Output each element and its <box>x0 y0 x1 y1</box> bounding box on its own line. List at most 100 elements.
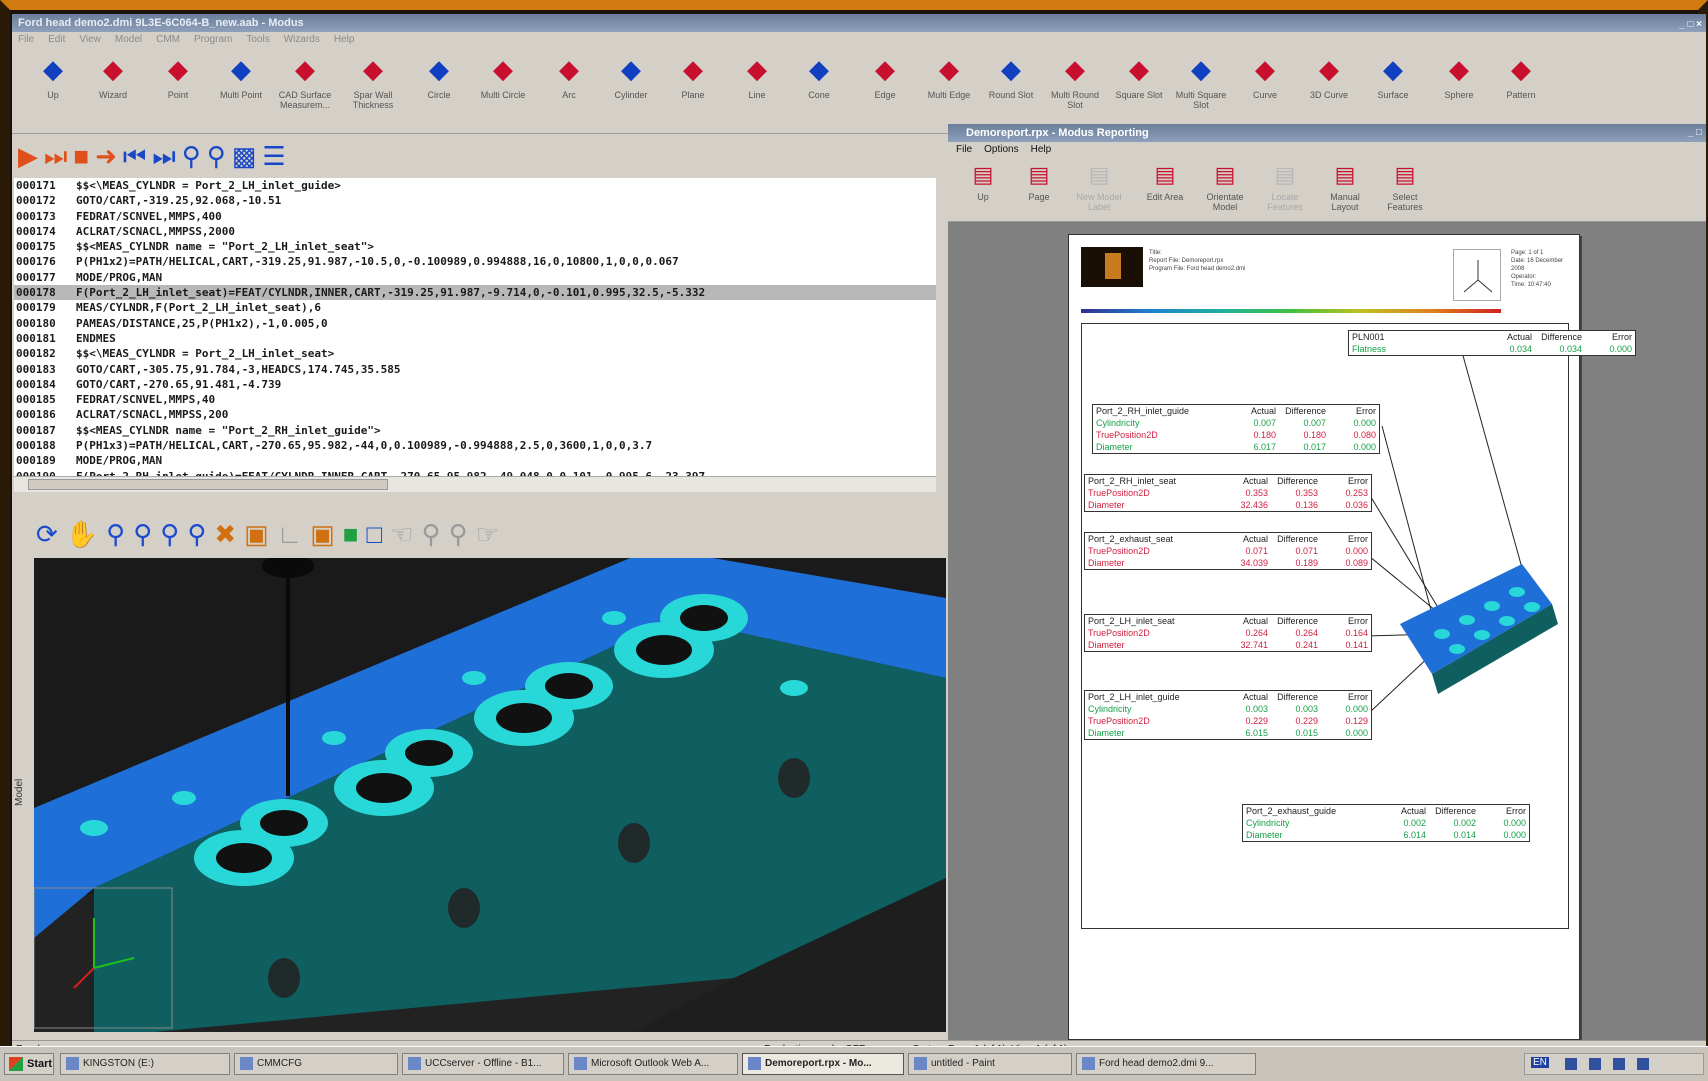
toolbar-sphere-button[interactable]: ◆ Sphere <box>1428 54 1490 100</box>
wireframe-icon[interactable]: □ <box>367 519 383 549</box>
view-orient-icon[interactable]: ▣ <box>244 519 269 549</box>
toolbar-multi-square-slot-button[interactable]: ◆ Multi Square Slot <box>1170 54 1232 110</box>
zoom-in-icon[interactable]: ⚲ <box>160 519 179 549</box>
toolbar-edge-button[interactable]: ◆ Edge <box>854 54 916 100</box>
toolbar-multi-edge-button[interactable]: ◆ Multi Edge <box>918 54 980 100</box>
program-line[interactable]: 000174 ACLRAT/SCNACL,MMPSS,2000 <box>14 224 936 239</box>
menu-item-edit[interactable]: Edit <box>48 34 65 45</box>
toolbar-3d-curve-button[interactable]: ◆ 3D Curve <box>1298 54 1360 100</box>
report-feature-table[interactable]: Port_2_exhaust_guide Actual Difference Erro… <box>1242 804 1530 842</box>
scrollbar-thumb[interactable] <box>28 479 388 490</box>
toolbar-circle-button[interactable]: ◆ Circle <box>408 54 470 100</box>
taskbar-item[interactable]: untitled - Paint <box>908 1053 1072 1075</box>
toolbar-multi-point-button[interactable]: ◆ Multi Point <box>210 54 272 100</box>
report-up-arrow-button[interactable]: ▤ Up <box>954 162 1012 202</box>
menu-item-view[interactable]: View <box>79 34 101 45</box>
program-editor[interactable]: 000171 $$<\MEAS_CYLNDR = Port_2_LH_inlet_… <box>14 178 936 476</box>
menu-item-help[interactable]: Help <box>334 34 355 45</box>
program-line[interactable]: 000187 $$<MEAS_CYLNDR name = "Port_2_RH_i… <box>14 423 936 438</box>
menu-item-cmm[interactable]: CMM <box>156 34 180 45</box>
report-manual-layout-button[interactable]: ▤ Manual Layout <box>1316 162 1374 212</box>
toolbar-plane-button[interactable]: ◆ Plane <box>662 54 724 100</box>
program-line[interactable]: 000176 P(PH1x2)=PATH/HELICAL,CART,-319.25… <box>14 254 936 269</box>
toolbar-curve-button[interactable]: ◆ Curve <box>1234 54 1296 100</box>
program-line[interactable]: 000175 $$<MEAS_CYLNDR name = "Port_2_LH_i… <box>14 239 936 254</box>
taskbar-item[interactable]: UCCserver - Offline - B1... <box>402 1053 564 1075</box>
report-feature-table[interactable]: Port_2_RH_inlet_guide Actual Difference Err… <box>1092 404 1380 454</box>
menu-item-wizards[interactable]: Wizards <box>284 34 320 45</box>
program-line[interactable]: 000172 GOTO/CART,-319.25,92.068,-10.51 <box>14 193 936 208</box>
report-edit-area-button[interactable]: ▤ Edit Area <box>1136 162 1194 202</box>
program-line[interactable]: 000179 MEAS/CYLNDR,F(Port_2_LH_inlet_seat… <box>14 300 936 315</box>
zoom-icon[interactable]: ⚲ <box>106 519 125 549</box>
probe-icon[interactable]: ☜ <box>390 519 413 549</box>
find-icon[interactable]: ⚲ <box>182 141 201 171</box>
zoom-out-icon[interactable]: ⚲ <box>187 519 206 549</box>
program-line[interactable]: 000173 FEDRAT/SCNVEL,MMPS,400 <box>14 209 936 224</box>
report-menu-help[interactable]: Help <box>1031 144 1052 155</box>
taskbar-item[interactable]: Ford head demo2.dmi 9... <box>1076 1053 1256 1075</box>
tray-volume-icon[interactable] <box>1589 1058 1601 1070</box>
program-line[interactable]: 000178 F(Port_2_LH_inlet_seat)=FEAT/CYLND… <box>14 285 936 301</box>
program-line[interactable]: 000183 GOTO/CART,-305.75,91.784,-3,HEADCS… <box>14 362 936 377</box>
program-line[interactable]: 000182 $$<\MEAS_CYLNDR = Port_2_LH_inlet_… <box>14 346 936 361</box>
report-orientate-button[interactable]: ▤ Orientate Model <box>1196 162 1254 212</box>
program-line[interactable]: 000186 ACLRAT/SCNACL,MMPSS,200 <box>14 407 936 422</box>
program-line[interactable]: 000171 $$<\MEAS_CYLNDR = Port_2_LH_inlet_… <box>14 178 936 193</box>
toolbar-line-button[interactable]: ◆ Line <box>726 54 788 100</box>
toolbar-round-slot-button[interactable]: ◆ Round Slot <box>980 54 1042 100</box>
toolbar-cone-button[interactable]: ◆ Cone <box>788 54 850 100</box>
find-next-icon[interactable]: ⚲ <box>207 141 226 171</box>
program-line[interactable]: 000177 MODE/PROG,MAN <box>14 270 936 285</box>
measure-zoom-icon[interactable]: ⚲ <box>422 519 441 549</box>
toolbar-wall-thickness-button[interactable]: ◆ Spar Wall Thickness <box>342 54 404 110</box>
menu-item-file[interactable]: File <box>18 34 34 45</box>
report-select-features-button[interactable]: ▤ Select Features <box>1376 162 1434 212</box>
program-line[interactable]: 000185 FEDRAT/SCNVEL,MMPS,40 <box>14 392 936 407</box>
tray-network-icon[interactable] <box>1565 1058 1577 1070</box>
program-line[interactable]: 000181 ENDMES <box>14 331 936 346</box>
report-menu-options[interactable]: Options <box>984 144 1018 155</box>
rotate-icon[interactable]: ⟳ <box>36 519 58 549</box>
toolbar-surface-button[interactable]: ◆ Surface <box>1362 54 1424 100</box>
program-line[interactable]: 000189 MODE/PROG,MAN <box>14 453 936 468</box>
run-icon[interactable]: ▶ <box>18 141 38 171</box>
taskbar-item[interactable]: CMMCFG <box>234 1053 398 1075</box>
first-line-icon[interactable]: ⏮ <box>123 141 146 171</box>
start-button[interactable]: Start <box>4 1053 54 1075</box>
stop-icon[interactable]: ■ <box>73 141 89 171</box>
program-line[interactable]: 000188 P(PH1x3)=PATH/HELICAL,CART,-270.65… <box>14 438 936 453</box>
toolbar-cylinder-button[interactable]: ◆ Cylinder <box>600 54 662 100</box>
toolbar-up-arrow-button[interactable]: ◆ Up <box>22 54 84 100</box>
report-feature-table[interactable]: Port_2_RH_inlet_seat Actual Difference Erro… <box>1084 474 1372 512</box>
fit-all-icon[interactable]: ✖ <box>214 519 236 549</box>
taskbar-item[interactable]: Demoreport.rpx - Mo... <box>742 1053 904 1075</box>
zoom-window-icon[interactable]: ⚲ <box>133 519 152 549</box>
toolbar-multi-round-slot-button[interactable]: ◆ Multi Round Slot <box>1044 54 1106 110</box>
tray-app-icon[interactable] <box>1613 1058 1625 1070</box>
frame-icon[interactable]: ▣ <box>310 519 335 549</box>
program-line[interactable]: 000184 GOTO/CART,-270.65,91.481,-4.739 <box>14 377 936 392</box>
toolbar-cad-surface-button[interactable]: ◆ CAD Surface Measurem... <box>274 54 336 110</box>
toolbar-arc-button[interactable]: ◆ Arc <box>538 54 600 100</box>
jump-icon[interactable]: ➜ <box>95 141 117 171</box>
axes-icon[interactable]: ∟ <box>277 519 302 549</box>
report-menu-file[interactable]: File <box>956 144 972 155</box>
program-line[interactable]: 000180 PAMEAS/DISTANCE,25,P(PH1x2),-1,0.0… <box>14 316 936 331</box>
step-icon[interactable]: ⏭ <box>44 141 67 171</box>
tray-security-icon[interactable] <box>1637 1058 1649 1070</box>
menu-item-tools[interactable]: Tools <box>246 34 269 45</box>
toolbar-square-slot-button[interactable]: ◆ Square Slot <box>1108 54 1170 100</box>
language-indicator[interactable]: EN <box>1531 1057 1549 1068</box>
report-page-button[interactable]: ▤ Page <box>1010 162 1068 202</box>
save-program-icon[interactable]: ▩ <box>232 141 257 171</box>
menu-item-model[interactable]: Model <box>115 34 142 45</box>
pan-hand-icon[interactable]: ✋ <box>66 519 98 549</box>
toolbar-point-button[interactable]: ◆ Point <box>147 54 209 100</box>
menu-item-program[interactable]: Program <box>194 34 232 45</box>
report-window-controls[interactable]: _ □ <box>1688 124 1702 142</box>
measure-zoom-out-icon[interactable]: ⚲ <box>449 519 468 549</box>
taskbar-item[interactable]: Microsoft Outlook Web A... <box>568 1053 738 1075</box>
tree-icon[interactable]: ☰ <box>262 141 285 171</box>
toolbar-pattern-button[interactable]: ◆ Pattern <box>1490 54 1552 100</box>
